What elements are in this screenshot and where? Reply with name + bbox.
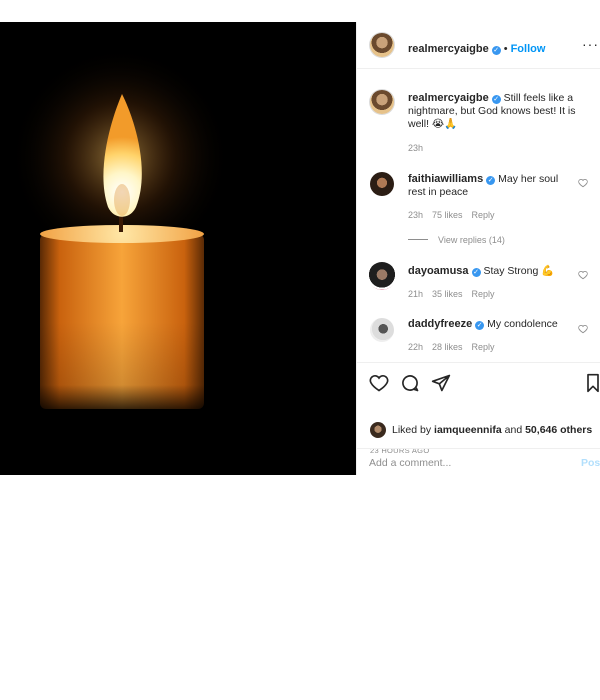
- likes-others[interactable]: 50,646 others: [525, 424, 592, 436]
- comment-username[interactable]: dayoamusa: [408, 265, 469, 277]
- reply-button[interactable]: Reply: [472, 289, 495, 299]
- reply-button[interactable]: Reply: [472, 342, 495, 352]
- more-options-icon[interactable]: ···: [582, 36, 599, 52]
- author-avatar[interactable]: [370, 33, 394, 57]
- verified-icon: ✓: [491, 95, 501, 104]
- caption: realmercyaigbe ✓ Still feels like a night…: [408, 92, 588, 131]
- comment-2: dayoamusa ✓ Stay Strong 💪: [408, 265, 568, 278]
- post-header: realmercyaigbe ✓ • Follow ···: [357, 22, 600, 69]
- candle-image: [0, 22, 356, 475]
- liker-avatar[interactable]: [370, 422, 386, 438]
- comment-meta: 23h 75 likes Reply: [408, 210, 504, 220]
- post-sidebar: realmercyaigbe ✓ • Follow ··· realmercyaigb…: [356, 22, 600, 475]
- view-replies-button[interactable]: View replies (14): [408, 235, 505, 245]
- comment-time[interactable]: 22h: [408, 342, 423, 352]
- comment-avatar-faithiawilliams[interactable]: [370, 172, 394, 196]
- liker-username[interactable]: iamqueennifa: [434, 424, 502, 436]
- replies-divider: [408, 239, 428, 240]
- comment-time[interactable]: 21h: [408, 289, 423, 299]
- comment-username[interactable]: faithiawilliams: [408, 173, 483, 185]
- comment-username[interactable]: daddyfreeze: [408, 318, 472, 330]
- comment-meta: 21h 35 likes Reply: [408, 289, 504, 299]
- instagram-post: realmercyaigbe ✓ • Follow ··· realmercyaigb…: [0, 22, 600, 475]
- comment-text: Stay Strong 💪: [483, 265, 555, 277]
- comment-likes[interactable]: 75 likes: [432, 210, 463, 220]
- verified-icon: ✓: [475, 321, 485, 330]
- likes-conj: and: [504, 424, 523, 436]
- verified-icon: ✓: [486, 176, 496, 185]
- follow-button[interactable]: Follow: [511, 43, 546, 55]
- comment-input[interactable]: Add a comment...: [369, 457, 451, 469]
- post-image-candle[interactable]: [0, 22, 356, 475]
- comment-avatar-daddyfreeze[interactable]: [370, 318, 394, 342]
- add-comment-bar: Add a comment... Post: [357, 448, 600, 475]
- author-username[interactable]: realmercyaigbe: [408, 43, 489, 55]
- view-replies-label: View replies (14): [438, 235, 505, 245]
- caption-avatar[interactable]: [370, 90, 394, 114]
- verified-icon: ✓: [491, 46, 501, 55]
- verified-icon: ✓: [471, 268, 481, 277]
- comment-time[interactable]: 23h: [408, 210, 423, 220]
- comment-text: My condolence: [487, 318, 558, 330]
- save-bookmark-icon[interactable]: [585, 373, 600, 393]
- comment-bubble-icon[interactable]: [400, 373, 420, 393]
- like-comment-heart-icon[interactable]: [578, 270, 588, 280]
- comment-1: faithiawilliams ✓ May her soul rest in pe…: [408, 173, 568, 199]
- comment-3: daddyfreeze ✓ My condolence: [408, 318, 568, 331]
- comment-avatar-dayoamusa[interactable]: [368, 262, 396, 290]
- comment-likes[interactable]: 35 likes: [432, 289, 463, 299]
- caption-time[interactable]: 23h: [408, 143, 423, 153]
- post-comment-button[interactable]: Post: [581, 457, 600, 469]
- comment-likes[interactable]: 28 likes: [432, 342, 463, 352]
- likes-prefix: Liked by: [392, 424, 432, 436]
- caption-username[interactable]: realmercyaigbe: [408, 92, 489, 104]
- share-paper-plane-icon[interactable]: [431, 373, 451, 393]
- reply-button[interactable]: Reply: [472, 210, 495, 220]
- like-comment-heart-icon[interactable]: [578, 324, 588, 334]
- separator-dot: •: [503, 43, 508, 55]
- likes-summary: Liked by iamqueennifa and 50,646 others: [392, 424, 592, 436]
- like-heart-icon[interactable]: [369, 373, 389, 393]
- comment-meta: 22h 28 likes Reply: [408, 342, 504, 352]
- like-comment-heart-icon[interactable]: [578, 178, 588, 188]
